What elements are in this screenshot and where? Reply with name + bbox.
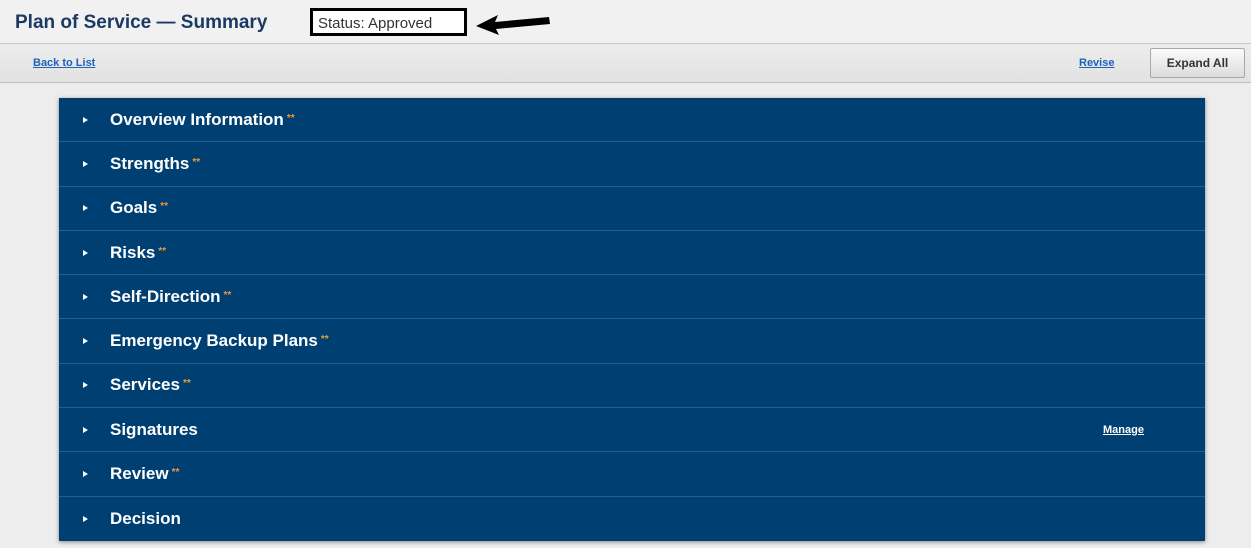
section-decision[interactable]: Decision (59, 497, 1205, 541)
section-emergency-backup-plans[interactable]: Emergency Backup Plans ** (59, 319, 1205, 364)
section-label: Services ** (110, 375, 191, 395)
expand-all-button[interactable]: Expand All (1150, 48, 1245, 78)
toolbar: Back to List Revise Expand All (0, 44, 1251, 83)
section-risks[interactable]: Risks ** (59, 231, 1205, 276)
caret-right-icon (83, 426, 88, 433)
section-services[interactable]: Services ** (59, 364, 1205, 409)
section-signatures[interactable]: Signatures Manage (59, 408, 1205, 453)
arrow-left-icon (476, 15, 550, 35)
section-label: Risks ** (110, 242, 167, 262)
section-label: Self-Direction ** (110, 286, 232, 306)
caret-right-icon (83, 515, 88, 522)
section-self-direction[interactable]: Self-Direction ** (59, 275, 1205, 320)
section-goals[interactable]: Goals ** (59, 187, 1205, 231)
manage-signatures-link[interactable]: Manage (1103, 424, 1144, 436)
caret-right-icon (83, 382, 88, 389)
section-label: Goals ** (110, 198, 169, 218)
section-label: Signatures (110, 419, 198, 439)
caret-right-icon (83, 471, 88, 478)
required-marker: ** (223, 289, 232, 301)
required-marker: ** (286, 112, 295, 124)
required-marker: ** (171, 467, 180, 479)
revise-link[interactable]: Revise (1079, 57, 1114, 69)
sections-panel: Overview Information ** Strengths ** Goals… (59, 98, 1205, 541)
section-strengths[interactable]: Strengths ** (59, 142, 1205, 187)
caret-right-icon (83, 338, 88, 345)
section-label: Decision (110, 508, 181, 528)
required-marker: ** (182, 378, 191, 390)
back-to-list-link[interactable]: Back to List (33, 57, 95, 69)
required-marker: ** (160, 201, 169, 213)
caret-right-icon (83, 160, 88, 167)
section-review[interactable]: Review ** (59, 452, 1205, 497)
caret-right-icon (83, 116, 88, 123)
caret-right-icon (83, 249, 88, 256)
status-badge: Status: Approved (310, 8, 467, 36)
caret-right-icon (83, 293, 88, 300)
required-marker: ** (320, 334, 329, 346)
section-label: Overview Information ** (110, 109, 295, 129)
required-marker: ** (192, 156, 201, 168)
section-label: Strengths ** (110, 153, 201, 173)
section-overview-information[interactable]: Overview Information ** (59, 98, 1205, 143)
title-bar: Plan of Service — Summary Status: Approv… (0, 0, 1251, 44)
caret-right-icon (83, 205, 88, 212)
section-label: Emergency Backup Plans ** (110, 331, 329, 351)
page-title: Plan of Service — Summary (15, 12, 268, 33)
section-label: Review ** (110, 464, 180, 484)
required-marker: ** (158, 245, 167, 257)
